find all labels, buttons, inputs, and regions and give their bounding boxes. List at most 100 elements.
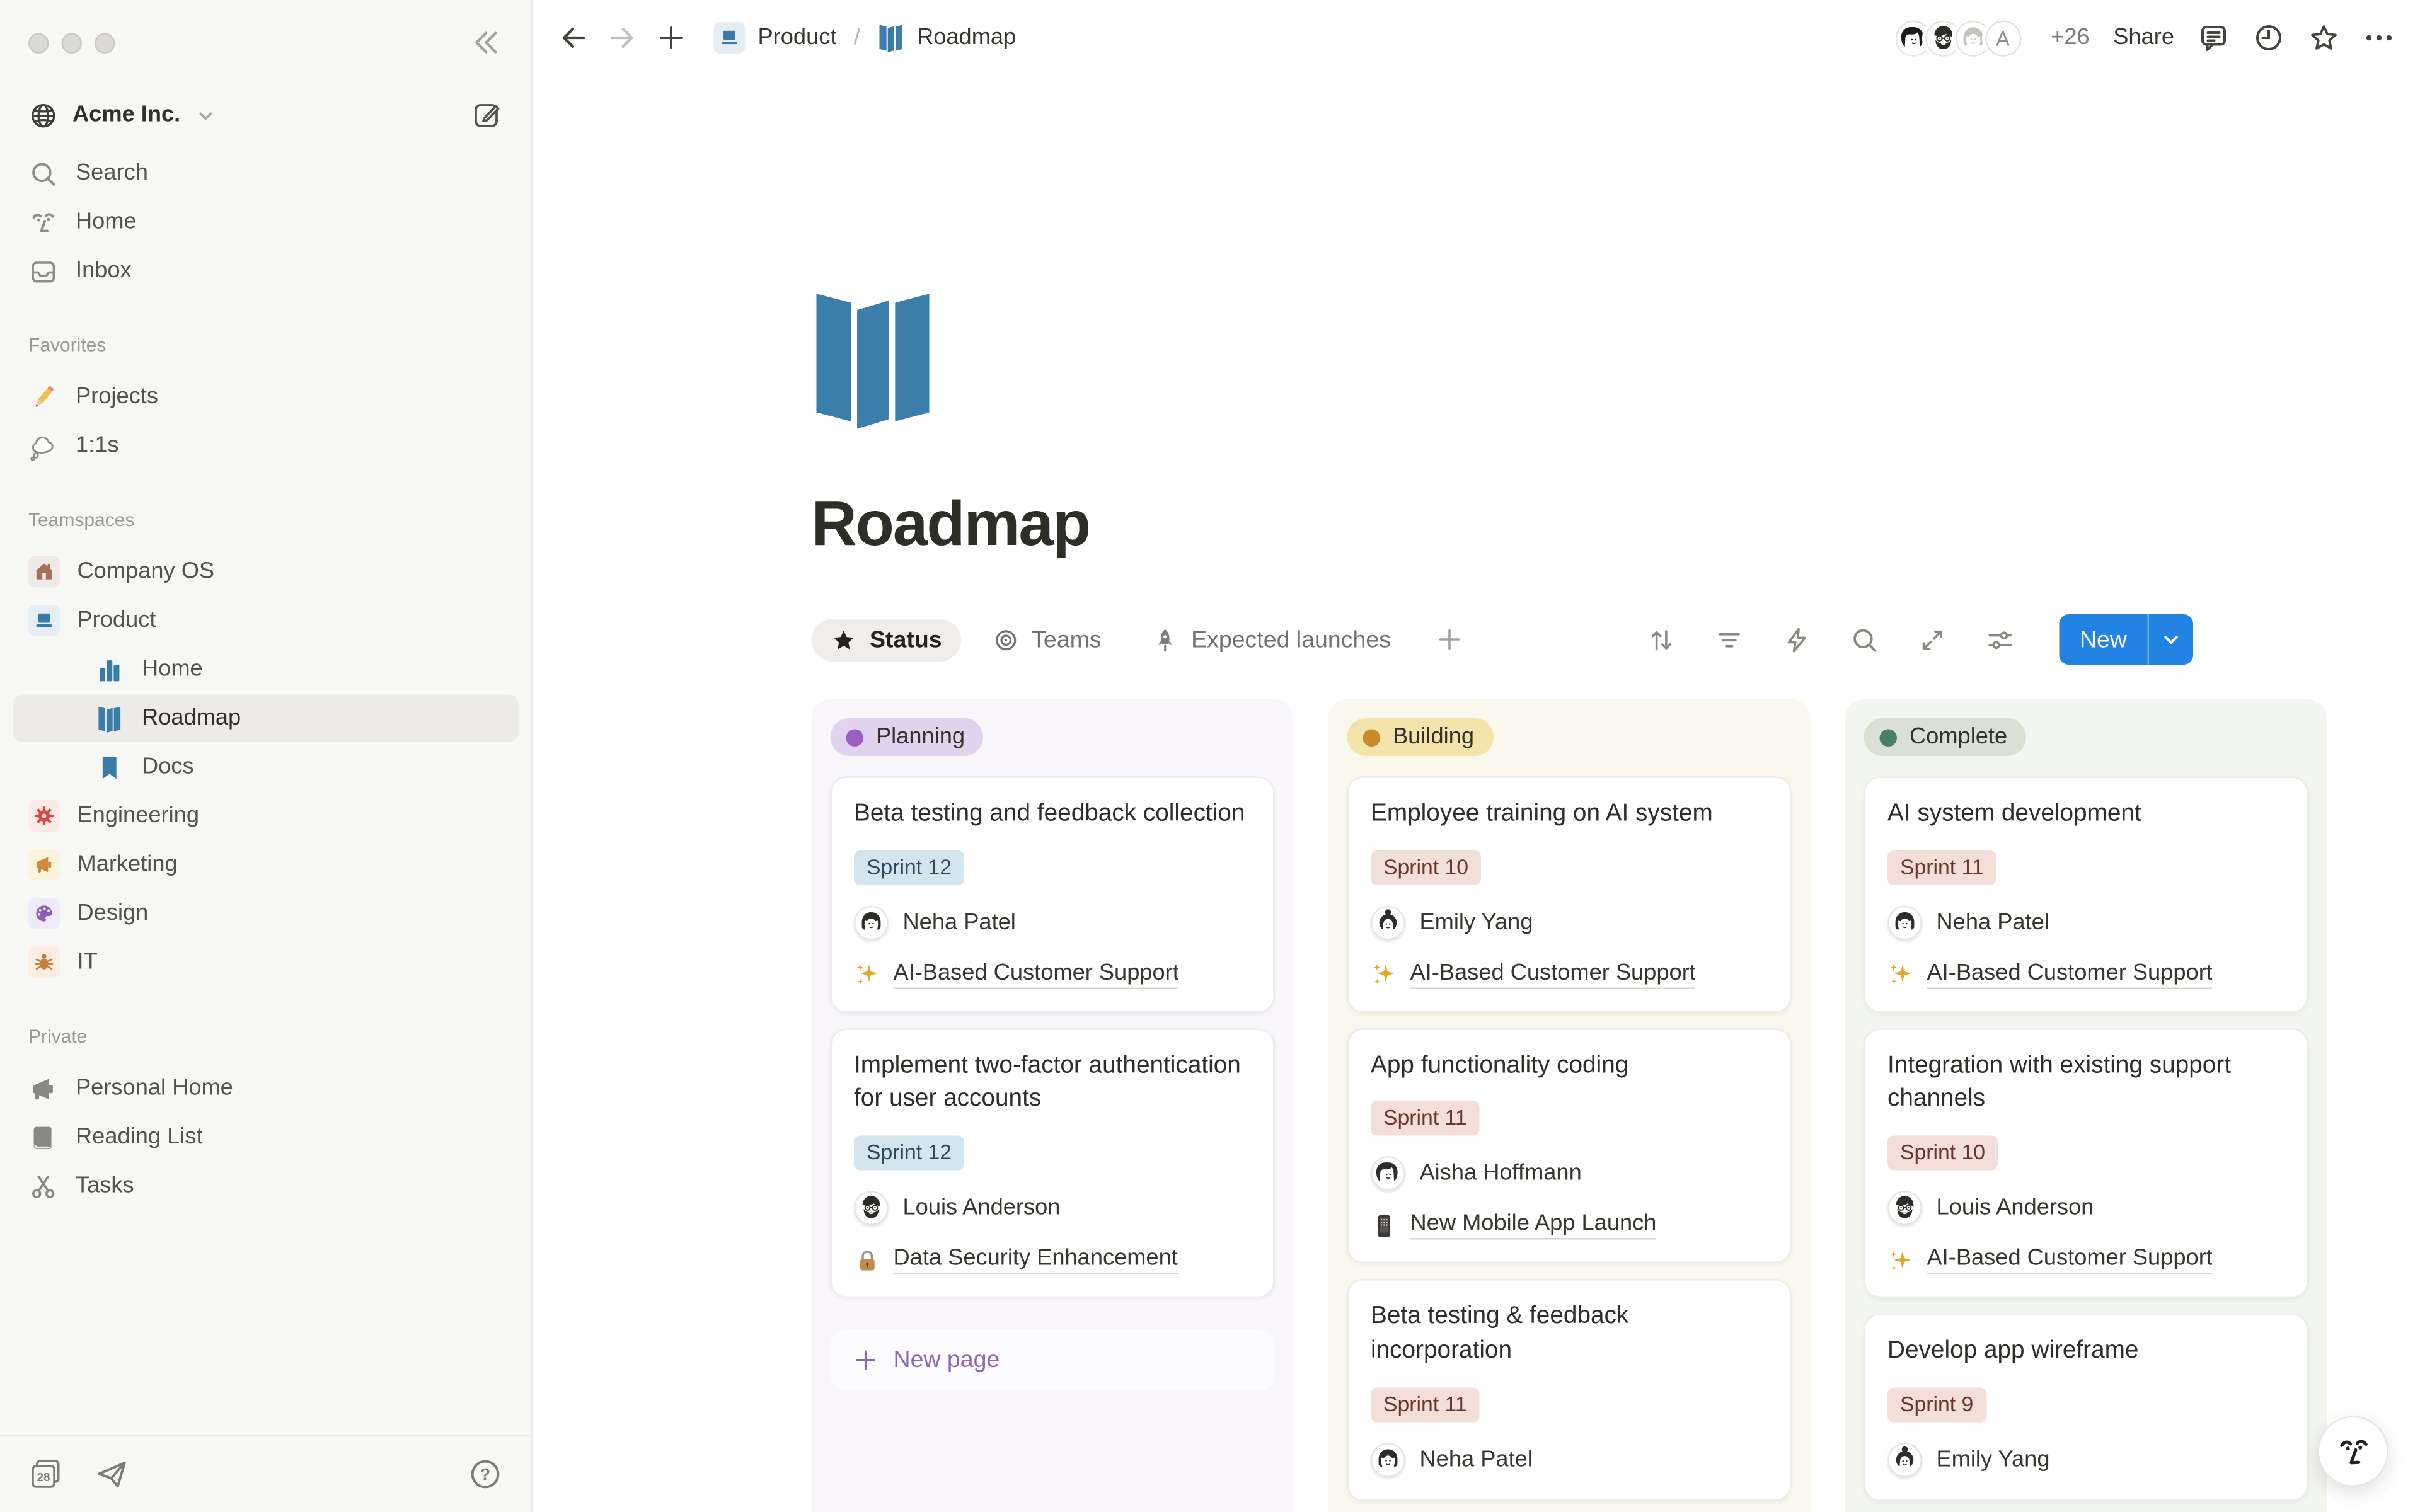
sprint-tag: Sprint 9 bbox=[1887, 1387, 1986, 1422]
related-page-link[interactable]: AI-Based Customer Support bbox=[1887, 960, 2285, 988]
sidebar-item-it[interactable]: IT bbox=[13, 939, 519, 986]
new-page-button[interactable]: New page bbox=[831, 1329, 1275, 1391]
link-label: AI-Based Customer Support bbox=[894, 960, 1179, 988]
sidebar-collapse-icon[interactable] bbox=[468, 25, 503, 60]
related-page-link[interactable]: AI-Based Customer Support bbox=[854, 960, 1251, 988]
card[interactable]: AI system development Sprint 11 Neha Pat… bbox=[1864, 777, 2308, 1012]
workspace-switcher[interactable]: Acme Inc. bbox=[16, 91, 516, 139]
card[interactable]: Employee training on AI system Sprint 10… bbox=[1347, 777, 1792, 1012]
avatar bbox=[1887, 905, 1922, 940]
presence-avatars[interactable]: A bbox=[1892, 16, 2024, 59]
sidebar-item-home[interactable]: Home bbox=[13, 198, 519, 246]
globe-icon bbox=[28, 100, 59, 130]
assignee-row: Emily Yang bbox=[1887, 1442, 2285, 1477]
card[interactable]: Develop app wireframe Sprint 9 Emily Yan… bbox=[1864, 1314, 2308, 1501]
related-page-link[interactable]: Data Security Enhancement bbox=[854, 1246, 1251, 1274]
sidebar-item-marketing[interactable]: Marketing bbox=[13, 841, 519, 888]
help-icon[interactable]: ? bbox=[468, 1457, 503, 1492]
compose-icon[interactable] bbox=[471, 100, 503, 131]
link-label: New Mobile App Launch bbox=[1410, 1211, 1657, 1240]
card[interactable]: Beta testing & feedback incorporation Sp… bbox=[1347, 1280, 1792, 1501]
column-status-pill[interactable]: Planning bbox=[831, 718, 984, 756]
related-page-link[interactable]: AI-Based Customer Support bbox=[1887, 1246, 2285, 1274]
sidebar-item-label: Search bbox=[76, 158, 148, 189]
sidebar-item-label: Marketing bbox=[78, 849, 178, 881]
card[interactable]: Integration with existing support channe… bbox=[1864, 1028, 2308, 1298]
favorite-star-icon[interactable] bbox=[2308, 22, 2340, 54]
tab-expected-launches[interactable]: Expected launches bbox=[1133, 618, 1410, 661]
sidebar-item-personal-home[interactable]: Personal Home bbox=[13, 1065, 519, 1112]
notion-ai-button[interactable] bbox=[2318, 1416, 2389, 1487]
sidebar-item-company-os[interactable]: Company OS bbox=[13, 548, 519, 595]
sidebar-item-product-home[interactable]: Home bbox=[13, 646, 519, 693]
filter-icon[interactable] bbox=[1714, 624, 1744, 655]
sidebar-item-projects[interactable]: Projects bbox=[13, 374, 519, 421]
paper-plane-icon[interactable] bbox=[95, 1457, 129, 1492]
section-label-favorites: Favorites bbox=[0, 334, 531, 356]
card-title: Beta testing & feedback incorporation bbox=[1371, 1300, 1768, 1368]
target-icon bbox=[993, 626, 1020, 653]
assignee-name: Emily Yang bbox=[1937, 1447, 2050, 1472]
avatar bbox=[1887, 1191, 1922, 1225]
column-status-pill[interactable]: Building bbox=[1347, 718, 1493, 756]
view-settings-icon[interactable] bbox=[1985, 624, 2015, 655]
column-planning: Planning Beta testing and feedback colle… bbox=[812, 699, 1294, 1512]
sidebar-item-design[interactable]: Design bbox=[13, 890, 519, 937]
window-minimize-button[interactable] bbox=[62, 32, 83, 53]
chevron-down-icon[interactable] bbox=[2149, 614, 2193, 665]
sidebar-item-label: Product bbox=[78, 605, 156, 636]
column-status-pill[interactable]: Complete bbox=[1864, 718, 2027, 756]
card[interactable]: Beta testing and feedback collection Spr… bbox=[831, 777, 1275, 1012]
window-zoom-button[interactable] bbox=[95, 32, 115, 53]
card[interactable]: App functionality coding Sprint 11 Aisha… bbox=[1347, 1028, 1792, 1264]
related-page-link[interactable]: AI-Based Customer Support bbox=[1371, 960, 1768, 988]
sidebar-item-1-1s[interactable]: 1:1s bbox=[13, 422, 519, 469]
expand-icon[interactable] bbox=[1917, 624, 1947, 655]
sidebar-item-docs[interactable]: Docs bbox=[13, 743, 519, 791]
scissors-icon bbox=[28, 1171, 59, 1201]
sidebar-item-label: Company OS bbox=[78, 556, 215, 588]
forward-icon[interactable] bbox=[607, 22, 638, 54]
history-clock-icon[interactable] bbox=[2253, 22, 2285, 54]
sidebar-item-engineering[interactable]: Engineering bbox=[13, 793, 519, 840]
sidebar-item-reading-list[interactable]: Reading List bbox=[13, 1114, 519, 1161]
new-button[interactable]: New bbox=[2059, 614, 2193, 665]
search-icon[interactable] bbox=[1850, 624, 1880, 655]
thought-cloud-icon bbox=[28, 431, 59, 461]
sidebar-item-tasks[interactable]: Tasks bbox=[13, 1162, 519, 1210]
calendar-icon[interactable]: 28 bbox=[28, 1457, 63, 1492]
card-title: Employee training on AI system bbox=[1371, 797, 1768, 831]
add-view-icon[interactable] bbox=[1435, 626, 1463, 654]
breadcrumb-current[interactable]: Roadmap bbox=[917, 25, 1016, 50]
sidebar-item-search[interactable]: Search bbox=[13, 150, 519, 197]
window-close-button[interactable] bbox=[28, 32, 49, 53]
page-title[interactable]: Roadmap bbox=[812, 490, 2420, 561]
automation-bolt-icon[interactable] bbox=[1782, 624, 1812, 655]
column-cards: Employee training on AI system Sprint 10… bbox=[1347, 777, 1792, 1501]
related-page-link[interactable]: New Mobile App Launch bbox=[1371, 1211, 1768, 1240]
avatar bbox=[1371, 905, 1405, 940]
comments-icon[interactable] bbox=[2198, 22, 2230, 54]
more-options-icon[interactable] bbox=[2363, 22, 2395, 54]
sidebar-item-product[interactable]: Product bbox=[13, 597, 519, 644]
sprint-tag: Sprint 12 bbox=[854, 1136, 964, 1171]
tab-label: Teams bbox=[1032, 626, 1101, 653]
sidebar-item-roadmap[interactable]: Roadmap bbox=[13, 695, 519, 742]
breadcrumb-parent[interactable]: Product bbox=[758, 25, 837, 50]
page-content: Roadmap Status Teams Expected launches bbox=[533, 76, 2420, 1512]
bug-icon bbox=[28, 947, 60, 978]
sort-icon[interactable] bbox=[1646, 624, 1676, 655]
back-icon[interactable] bbox=[558, 22, 589, 54]
share-button[interactable]: Share bbox=[2113, 25, 2174, 50]
page-map-icon[interactable] bbox=[812, 280, 935, 435]
new-page-plus-icon[interactable] bbox=[655, 22, 687, 54]
sidebar-item-inbox[interactable]: Inbox bbox=[13, 248, 519, 295]
rocket-icon bbox=[1152, 626, 1179, 653]
sidebar-item-label: Roadmap bbox=[142, 702, 241, 734]
tab-status[interactable]: Status bbox=[812, 618, 961, 661]
tab-teams[interactable]: Teams bbox=[974, 618, 1121, 661]
status-dot bbox=[1363, 728, 1381, 746]
card[interactable]: Implement two-factor authentication for … bbox=[831, 1028, 1275, 1298]
card-title: Develop app wireframe bbox=[1887, 1334, 2285, 1368]
presence-overflow-count[interactable]: +26 bbox=[2051, 25, 2090, 50]
